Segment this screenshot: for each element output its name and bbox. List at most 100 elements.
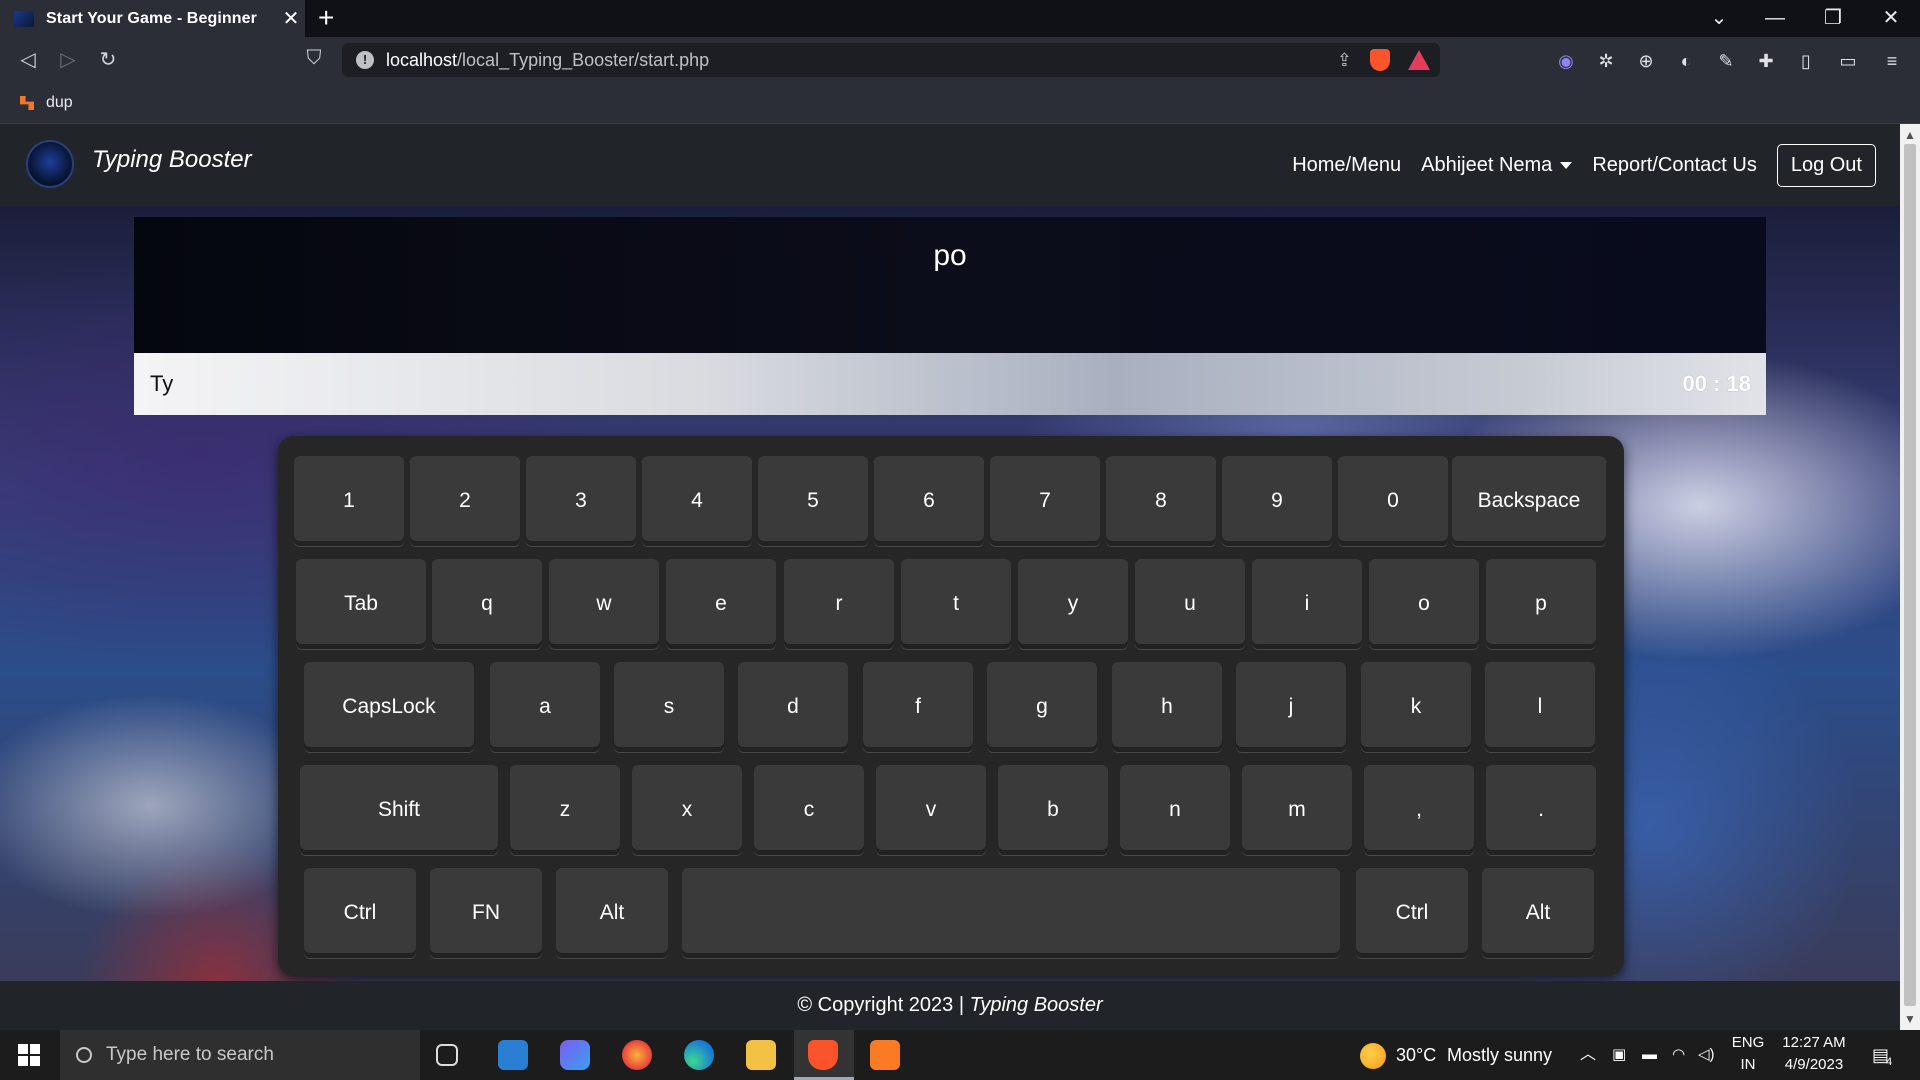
key-i[interactable]: i — [1252, 559, 1362, 649]
key-p[interactable]: p — [1486, 559, 1596, 649]
site-info-icon[interactable]: ! — [356, 51, 374, 69]
key-x[interactable]: x — [632, 765, 742, 855]
key-backspace[interactable]: Backspace — [1452, 456, 1606, 546]
key-9[interactable]: 9 — [1222, 456, 1332, 546]
address-bar[interactable]: ! localhost/local_Typing_Booster/start.p… — [342, 43, 1440, 77]
key-f[interactable]: f — [863, 662, 973, 752]
key-y[interactable]: y — [1018, 559, 1128, 649]
restore-button[interactable]: ❐ — [1810, 0, 1856, 37]
bookmark-dup[interactable]: dup — [20, 94, 73, 112]
wallet-icon[interactable]: ▭ — [1838, 51, 1858, 71]
key-b[interactable]: b — [998, 765, 1108, 855]
extension-gear-icon[interactable]: ✲ — [1596, 51, 1616, 71]
file-explorer-icon[interactable] — [746, 1040, 776, 1070]
new-tab-button[interactable]: + — [318, 2, 334, 34]
key-a[interactable]: a — [490, 662, 600, 752]
mail-app-icon[interactable] — [498, 1040, 528, 1070]
key-7[interactable]: 7 — [990, 456, 1100, 546]
key-space[interactable] — [682, 868, 1340, 958]
key-0[interactable]: 0 — [1338, 456, 1448, 546]
task-view-icon[interactable] — [436, 1044, 458, 1066]
nav-home-link[interactable]: Home/Menu — [1292, 154, 1401, 177]
key-ctrl[interactable]: Ctrl — [304, 868, 416, 958]
key-o[interactable]: o — [1369, 559, 1479, 649]
scrollbar-thumb[interactable] — [1904, 144, 1916, 1006]
key-l[interactable]: l — [1485, 662, 1595, 752]
extension-plus-icon[interactable]: ⊕ — [1636, 51, 1656, 71]
browser-tab-active[interactable]: Start Your Game - Beginner ✕ — [0, 0, 305, 37]
back-icon[interactable]: ◁ — [14, 47, 42, 72]
extension-pen-icon[interactable]: ✎ — [1716, 51, 1736, 71]
key-k[interactable]: k — [1361, 662, 1471, 752]
brave-rewards-icon[interactable] — [1408, 50, 1430, 70]
show-hidden-icons-icon[interactable]: ︿ — [1580, 1030, 1596, 1080]
key-alt[interactable]: Alt — [556, 868, 668, 958]
edge-app-icon[interactable] — [684, 1040, 714, 1070]
copilot-app-icon[interactable] — [560, 1040, 590, 1070]
key-ctrl-right[interactable]: Ctrl — [1356, 868, 1468, 958]
key-fn[interactable]: FN — [430, 868, 542, 958]
extension-mastodon-icon[interactable]: ◉ — [1556, 51, 1576, 71]
menu-icon[interactable]: ≡ — [1882, 51, 1902, 71]
nav-report-link[interactable]: Report/Contact Us — [1592, 154, 1757, 177]
weather-icon[interactable] — [1360, 1043, 1386, 1069]
key-8[interactable]: 8 — [1106, 456, 1216, 546]
key-q[interactable]: q — [432, 559, 542, 649]
key-tab[interactable]: Tab — [296, 559, 426, 649]
key-1[interactable]: 1 — [294, 456, 404, 546]
key-shift[interactable]: Shift — [300, 765, 498, 855]
key-5[interactable]: 5 — [758, 456, 868, 546]
bookmark-icon[interactable]: ⛉ — [300, 47, 328, 70]
key-4[interactable]: 4 — [642, 456, 752, 546]
key-g[interactable]: g — [987, 662, 1097, 752]
taskbar-search[interactable]: Type here to search — [60, 1030, 420, 1080]
tab-search-chevron-icon[interactable]: ⌄ — [1696, 0, 1742, 37]
typing-input-bar[interactable]: Ty 00 : 18 — [134, 353, 1766, 415]
key-3[interactable]: 3 — [526, 456, 636, 546]
key-c[interactable]: c — [754, 765, 864, 855]
minimize-button[interactable]: — — [1752, 0, 1798, 37]
extension-circle-icon[interactable]: ◐ — [1676, 51, 1696, 71]
battery-icon[interactable]: ▬ — [1642, 1030, 1657, 1080]
key-6[interactable]: 6 — [874, 456, 984, 546]
page-scrollbar[interactable]: ▲ ▼ — [1900, 124, 1920, 1030]
volume-icon[interactable]: ◁) — [1698, 1030, 1715, 1080]
forward-icon[interactable]: ▷ — [54, 47, 82, 72]
key-r[interactable]: r — [784, 559, 894, 649]
extensions-puzzle-icon[interactable]: ✚ — [1756, 51, 1776, 71]
close-window-button[interactable]: ✕ — [1868, 0, 1914, 37]
brave-shields-icon[interactable] — [1370, 49, 1390, 71]
key-comma[interactable]: , — [1364, 765, 1474, 855]
key-w[interactable]: w — [549, 559, 659, 649]
clock-date[interactable]: 4/9/2023 — [1778, 1056, 1850, 1073]
scroll-down-icon[interactable]: ▼ — [1900, 1012, 1920, 1026]
typing-booster-logo[interactable] — [26, 140, 74, 188]
key-e[interactable]: e — [666, 559, 776, 649]
site-brand[interactable]: Typing Booster — [92, 146, 252, 174]
logout-button[interactable]: Log Out — [1776, 144, 1876, 187]
share-icon[interactable]: ⇪ — [1337, 50, 1352, 71]
key-period[interactable]: . — [1486, 765, 1596, 855]
key-t[interactable]: t — [901, 559, 1011, 649]
nav-user-dropdown[interactable]: Abhijeet Nema — [1421, 154, 1573, 177]
key-j[interactable]: j — [1236, 662, 1346, 752]
key-m[interactable]: m — [1242, 765, 1352, 855]
key-2[interactable]: 2 — [410, 456, 520, 546]
brave-app-icon[interactable] — [808, 1040, 838, 1070]
key-capslock[interactable]: CapsLock — [304, 662, 474, 752]
windows-start-icon[interactable] — [18, 1044, 40, 1066]
wifi-icon[interactable]: ◠ — [1672, 1030, 1685, 1080]
key-n[interactable]: n — [1120, 765, 1230, 855]
notifications-icon[interactable]: ▤ — [1872, 1030, 1889, 1080]
reload-icon[interactable]: ↻ — [94, 47, 122, 72]
key-alt-right[interactable]: Alt — [1482, 868, 1594, 958]
firefox-app-icon[interactable] — [622, 1040, 652, 1070]
sidebar-icon[interactable]: ▯ — [1796, 51, 1816, 71]
language-region[interactable]: IN — [1730, 1056, 1766, 1073]
key-s[interactable]: s — [614, 662, 724, 752]
meet-now-icon[interactable]: ▣ — [1612, 1030, 1626, 1080]
xampp-app-icon[interactable] — [870, 1040, 900, 1070]
tab-close-icon[interactable]: ✕ — [277, 6, 305, 31]
key-u[interactable]: u — [1135, 559, 1245, 649]
key-d[interactable]: d — [738, 662, 848, 752]
